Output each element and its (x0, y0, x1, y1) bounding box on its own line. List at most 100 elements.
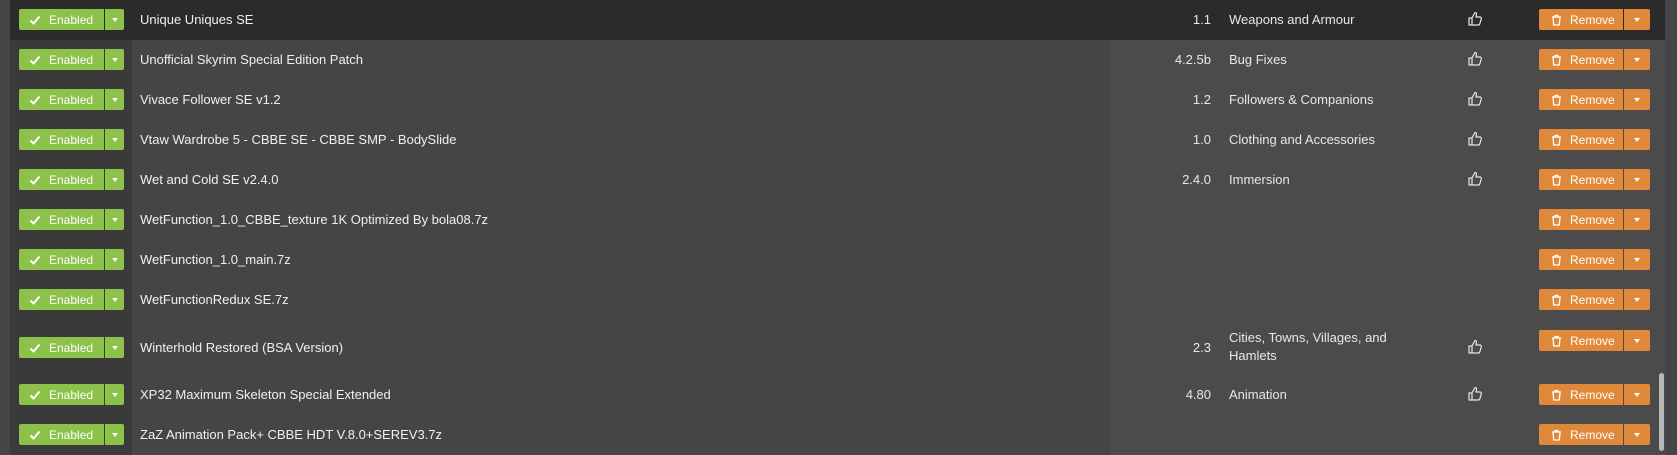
remove-button[interactable]: Remove (1539, 330, 1623, 351)
enabled-dropdown-button[interactable] (105, 129, 124, 150)
enabled-dropdown-button[interactable] (105, 337, 124, 358)
enabled-button[interactable]: Enabled (19, 289, 104, 310)
thumbs-up-icon[interactable] (1467, 91, 1483, 107)
thumbs-up-icon[interactable] (1467, 11, 1483, 27)
caret-down-icon (1634, 177, 1640, 182)
enabled-button[interactable]: Enabled (19, 49, 104, 70)
checkmark-icon (29, 343, 41, 353)
enabled-button[interactable]: Enabled (19, 169, 104, 190)
enabled-dropdown-button[interactable] (105, 9, 124, 30)
enabled-toggle[interactable]: Enabled (19, 209, 124, 230)
trash-icon (1552, 429, 1561, 441)
trash-icon (1552, 54, 1561, 66)
remove-dropdown-button[interactable] (1624, 169, 1650, 190)
remove-dropdown-button[interactable] (1624, 289, 1650, 310)
enabled-dropdown-button[interactable] (105, 169, 124, 190)
remove-dropdown-button[interactable] (1624, 89, 1650, 110)
enabled-button[interactable]: Enabled (19, 249, 104, 270)
enabled-dropdown-button[interactable] (105, 209, 124, 230)
mod-name: Winterhold Restored (BSA Version) (140, 340, 344, 355)
caret-down-icon (1634, 97, 1640, 102)
mod-row: Enabled XP32 Maximum Skeleton Special Ex… (0, 375, 1677, 415)
remove-dropdown-button[interactable] (1624, 249, 1650, 270)
thumbs-up-icon[interactable] (1467, 339, 1483, 355)
remove-button[interactable]: Remove (1539, 249, 1623, 270)
enabled-toggle[interactable]: Enabled (19, 337, 124, 358)
enabled-toggle[interactable]: Enabled (19, 289, 124, 310)
enabled-toggle[interactable]: Enabled (19, 169, 124, 190)
trash-icon (1552, 389, 1561, 401)
remove-dropdown-button[interactable] (1624, 424, 1650, 445)
enabled-button[interactable]: Enabled (19, 424, 104, 445)
enabled-dropdown-button[interactable] (105, 424, 124, 445)
remove-control[interactable]: Remove (1539, 424, 1650, 445)
mod-row: Enabled WetFunction_1.0_CBBE_texture 1K … (0, 200, 1677, 240)
thumbs-up-icon[interactable] (1467, 386, 1483, 402)
remove-dropdown-button[interactable] (1624, 49, 1650, 70)
enabled-dropdown-button[interactable] (105, 89, 124, 110)
caret-down-icon (1634, 297, 1640, 302)
remove-label: Remove (1570, 12, 1615, 27)
remove-dropdown-button[interactable] (1624, 384, 1650, 405)
enabled-label: Enabled (49, 92, 94, 107)
remove-control[interactable]: Remove (1539, 209, 1650, 230)
mod-category: Weapons and Armour (1229, 12, 1355, 27)
thumbs-up-icon[interactable] (1467, 131, 1483, 147)
remove-button[interactable]: Remove (1539, 424, 1623, 445)
mod-version: 2.3 (1192, 340, 1211, 355)
remove-control[interactable]: Remove (1539, 9, 1650, 30)
remove-control[interactable]: Remove (1539, 289, 1650, 310)
caret-down-icon (111, 392, 118, 397)
remove-control[interactable]: Remove (1539, 169, 1650, 190)
scrollbar-thumb[interactable] (1659, 373, 1664, 451)
remove-dropdown-button[interactable] (1624, 9, 1650, 30)
enabled-dropdown-button[interactable] (105, 289, 124, 310)
remove-label: Remove (1570, 427, 1615, 442)
remove-control[interactable]: Remove (1539, 89, 1650, 110)
enabled-label: Enabled (49, 292, 94, 307)
enabled-button[interactable]: Enabled (19, 89, 104, 110)
enabled-toggle[interactable]: Enabled (19, 249, 124, 270)
enabled-toggle[interactable]: Enabled (19, 89, 124, 110)
remove-button[interactable]: Remove (1539, 169, 1623, 190)
thumbs-up-icon[interactable] (1467, 51, 1483, 67)
remove-dropdown-button[interactable] (1624, 330, 1650, 351)
remove-button[interactable]: Remove (1539, 129, 1623, 150)
remove-control[interactable]: Remove (1539, 49, 1650, 70)
mod-name: XP32 Maximum Skeleton Special Extended (140, 387, 391, 402)
caret-down-icon (111, 297, 118, 302)
enabled-dropdown-button[interactable] (105, 49, 124, 70)
enabled-toggle[interactable]: Enabled (19, 424, 124, 445)
mod-version: 4.80 (1185, 387, 1211, 402)
remove-dropdown-button[interactable] (1624, 209, 1650, 230)
enabled-button[interactable]: Enabled (19, 9, 104, 30)
remove-button[interactable]: Remove (1539, 89, 1623, 110)
enabled-toggle[interactable]: Enabled (19, 9, 124, 30)
remove-control[interactable]: Remove (1539, 129, 1650, 150)
mod-name: WetFunction_1.0_main.7z (140, 252, 291, 267)
remove-button[interactable]: Remove (1539, 384, 1623, 405)
enabled-dropdown-button[interactable] (105, 249, 124, 270)
remove-button[interactable]: Remove (1539, 289, 1623, 310)
enabled-label: Enabled (49, 427, 94, 442)
enabled-button[interactable]: Enabled (19, 129, 104, 150)
enabled-toggle[interactable]: Enabled (19, 384, 124, 405)
enabled-toggle[interactable]: Enabled (19, 49, 124, 70)
enabled-toggle[interactable]: Enabled (19, 129, 124, 150)
remove-button[interactable]: Remove (1539, 9, 1623, 30)
remove-button[interactable]: Remove (1539, 49, 1623, 70)
enabled-dropdown-button[interactable] (105, 384, 124, 405)
remove-control[interactable]: Remove (1539, 249, 1650, 270)
mod-row: Enabled Winterhold Restored (BSA Version… (0, 320, 1677, 375)
remove-dropdown-button[interactable] (1624, 129, 1650, 150)
thumbs-up-icon[interactable] (1467, 171, 1483, 187)
enabled-button[interactable]: Enabled (19, 209, 104, 230)
enabled-button[interactable]: Enabled (19, 337, 104, 358)
trash-icon (1552, 214, 1561, 226)
remove-control[interactable]: Remove (1539, 384, 1650, 405)
remove-button[interactable]: Remove (1539, 209, 1623, 230)
remove-control[interactable]: Remove (1539, 330, 1650, 351)
checkmark-icon (29, 15, 41, 25)
mod-version: 1.0 (1192, 132, 1211, 147)
enabled-button[interactable]: Enabled (19, 384, 104, 405)
